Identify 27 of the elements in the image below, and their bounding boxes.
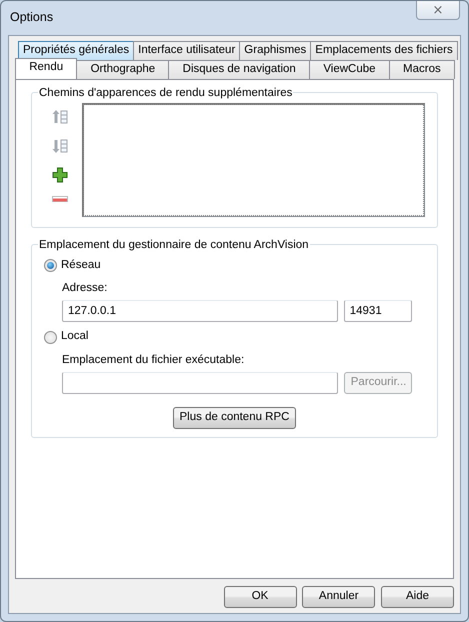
minus-icon[interactable] xyxy=(52,196,68,202)
tab[interactable]: Orthographe xyxy=(76,60,170,79)
window-title: Options xyxy=(10,9,54,26)
path-field[interactable] xyxy=(62,372,338,394)
address-field[interactable]: 127.0.0.1 xyxy=(62,300,338,322)
tab[interactable]: Emplacements des fichiers xyxy=(310,41,458,60)
tab[interactable]: Rendu xyxy=(15,58,78,79)
radio-label: Local xyxy=(61,329,88,344)
radio-button[interactable] xyxy=(44,259,57,272)
port-field[interactable]: 14931 xyxy=(344,300,412,322)
tab[interactable]: Graphismes xyxy=(239,41,312,60)
plus-icon[interactable] xyxy=(52,167,68,183)
field-label: Emplacement du fichier exécutable: xyxy=(62,352,246,368)
radio-button[interactable] xyxy=(44,330,57,344)
close-button[interactable]: ⨯ xyxy=(416,1,460,20)
tab[interactable]: Propriétés générales xyxy=(18,41,134,60)
dialog-button[interactable]: OK xyxy=(224,586,296,608)
dialog-button[interactable]: Aide xyxy=(381,586,454,608)
dialog-button[interactable]: Annuler xyxy=(302,586,376,608)
tab[interactable]: Interface utilisateur xyxy=(133,41,240,60)
path-list[interactable] xyxy=(82,103,425,217)
tab[interactable]: Macros xyxy=(388,60,455,79)
tab[interactable]: Disques de navigation xyxy=(168,60,310,79)
field-label: Adresse: xyxy=(62,281,108,296)
radio-label: Réseau xyxy=(61,258,101,273)
more-content-button[interactable]: Plus de contenu RPC xyxy=(172,406,296,429)
tab[interactable]: ViewCube xyxy=(309,60,390,79)
